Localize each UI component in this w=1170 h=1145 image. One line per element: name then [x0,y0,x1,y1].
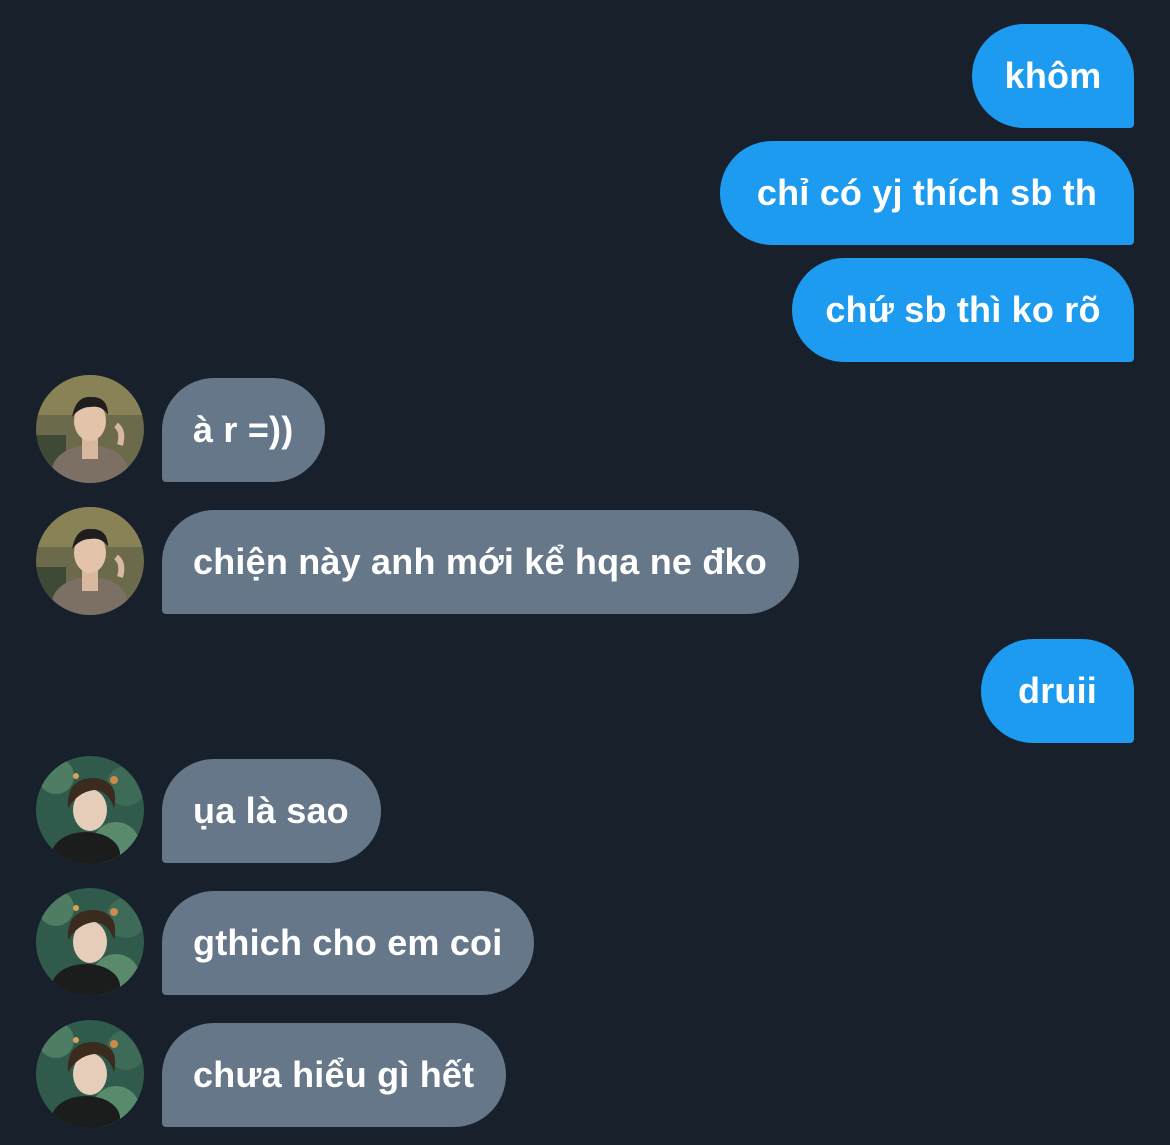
sender-avatar[interactable] [36,375,144,483]
sender-avatar[interactable] [36,756,144,864]
profile-photo-icon [36,888,144,996]
profile-photo-icon [36,1020,144,1128]
profile-photo-icon [36,507,144,615]
received-message-bubble[interactable]: gthich cho em coi [162,891,535,995]
received-message-bubble[interactable]: chưa hiểu gì hết [162,1023,507,1127]
conversation-thread: khôm chỉ có yj thích sb th chứ sb thì ko… [0,0,1170,1145]
sent-message-bubble[interactable]: chứ sb thì ko rõ [792,258,1134,362]
received-message-bubble[interactable]: chiện này anh mới kể hqa ne đko [162,510,799,614]
received-message-bubble[interactable]: ụa là sao [162,759,381,863]
sent-message-bubble[interactable]: chỉ có yj thích sb th [720,141,1134,245]
profile-photo-icon [36,375,144,483]
sender-avatar[interactable] [36,1020,144,1128]
sent-message-bubble[interactable]: khôm [972,24,1134,128]
received-message-bubble[interactable]: à r =)) [162,378,326,482]
sender-avatar[interactable] [36,507,144,615]
profile-photo-icon [36,756,144,864]
sender-avatar[interactable] [36,888,144,996]
sent-message-bubble[interactable]: druii [981,639,1134,743]
